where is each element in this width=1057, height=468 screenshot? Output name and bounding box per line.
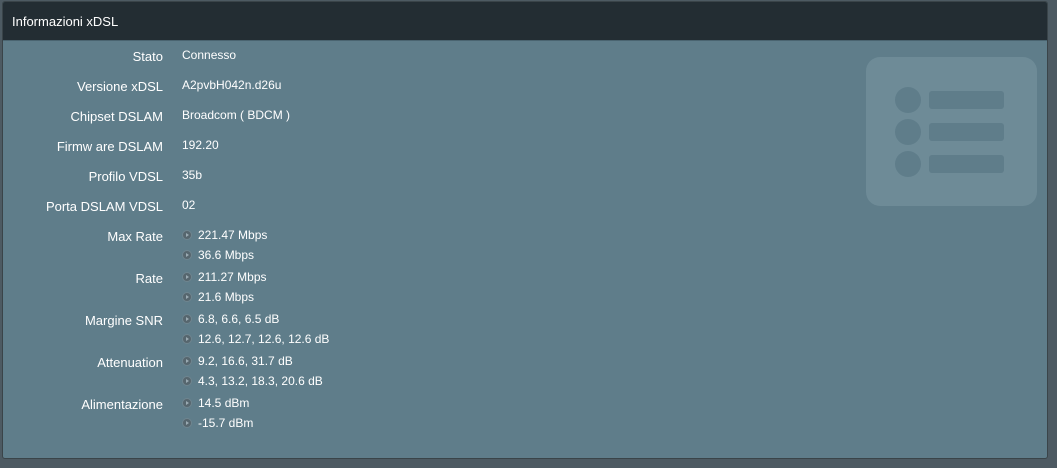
arrow-circle-icon xyxy=(182,292,192,302)
attenuation-down-value: 9.2, 16.6, 31.7 dB xyxy=(198,354,293,368)
rate-up-value: 21.6 Mbps xyxy=(198,290,255,304)
arrow-circle-icon xyxy=(182,314,192,324)
arrow-circle-icon xyxy=(182,376,192,386)
alimentazione-up-value: -15.7 dBm xyxy=(198,416,254,430)
alimentazione-down-value: 14.5 dBm xyxy=(198,396,250,410)
xdsl-info-panel: Informazioni xDSL Stato Connesso Version… xyxy=(2,1,1048,459)
label-snr: Margine SNR xyxy=(84,313,163,328)
arrow-circle-icon xyxy=(182,230,192,240)
max-rate-down-value: 221.47 Mbps xyxy=(198,228,268,242)
label-chipset: Chipset DSLAM xyxy=(70,109,163,124)
value-profilo: 35b xyxy=(182,168,203,182)
arrow-circle-icon xyxy=(182,418,192,428)
label-stato: Stato xyxy=(132,49,163,64)
value-firmware: 192.20 xyxy=(182,138,219,152)
arrow-circle-icon xyxy=(182,272,192,282)
list-icon xyxy=(866,57,1037,206)
panel-title: Informazioni xDSL xyxy=(12,14,119,29)
value-porta: 02 xyxy=(182,198,196,212)
rate-down-value: 211.27 Mbps xyxy=(198,270,267,284)
label-versione: Versione xDSL xyxy=(77,79,163,94)
max-rate-up-value: 36.6 Mbps xyxy=(198,248,255,262)
label-rate: Rate xyxy=(135,271,163,286)
snr-down-value: 6.8, 6.6, 6.5 dB xyxy=(198,312,280,326)
value-chipset: Broadcom ( BDCM ) xyxy=(182,108,291,122)
panel-header: Informazioni xDSL xyxy=(3,2,1047,41)
arrow-circle-icon xyxy=(182,356,192,366)
arrow-circle-icon xyxy=(182,334,192,344)
arrow-circle-icon xyxy=(182,398,192,408)
arrow-circle-icon xyxy=(182,250,192,260)
label-porta: Porta DSLAM VDSL xyxy=(45,199,163,214)
snr-up-value: 12.6, 12.7, 12.6, 12.6 dB xyxy=(198,332,330,346)
label-attenuation: Attenuation xyxy=(97,355,163,370)
label-max-rate: Max Rate xyxy=(107,229,163,244)
label-firmware: Firmw are DSLAM xyxy=(56,139,163,154)
label-profilo: Profilo VDSL xyxy=(88,169,163,184)
label-alimentazione: Alimentazione xyxy=(81,397,163,412)
value-versione: A2pvbH042n.d26u xyxy=(182,78,282,92)
value-stato: Connesso xyxy=(182,48,237,62)
attenuation-up-value: 4.3, 13.2, 18.3, 20.6 dB xyxy=(198,374,323,388)
